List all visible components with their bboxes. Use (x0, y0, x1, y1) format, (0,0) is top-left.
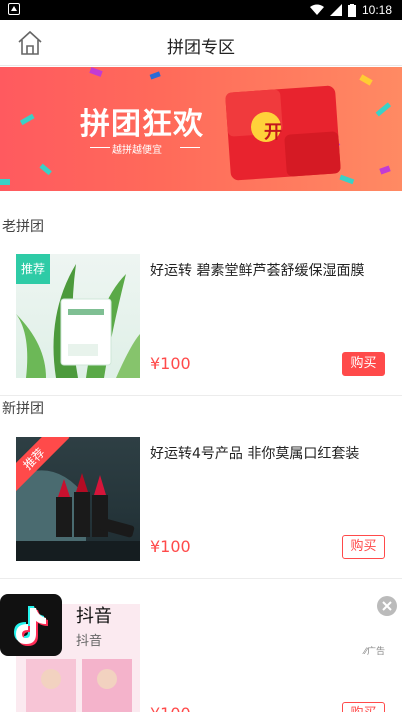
product-name[interactable]: 好运转 碧素堂鲜芦荟舒缓保湿面膜 (150, 260, 390, 280)
buy-button[interactable]: 购买 (342, 352, 385, 376)
product-card[interactable]: 推荐 好运转 碧素堂鲜芦荟舒缓保湿面膜 ¥100 购买 (0, 254, 402, 384)
battery-icon (347, 3, 356, 17)
page-title: 拼团专区 (167, 38, 235, 58)
product-name[interactable]: 好运转4号产品 非你莫属口红套装 (150, 443, 390, 463)
promo-banner[interactable]: 拼团狂欢 越拼越便宜 开 (0, 67, 402, 191)
notification-icon (8, 3, 20, 15)
ad-close-button[interactable] (377, 596, 397, 616)
section-label-new-group: 新拼团 (2, 401, 44, 417)
recommend-badge: 推荐 (16, 254, 50, 284)
banner-badge: 开 (264, 122, 282, 143)
ad-title[interactable]: 抖音 (76, 602, 112, 628)
product-price: ¥100 (150, 354, 191, 373)
close-icon (382, 601, 392, 611)
product-card[interactable]: 推荐 好运转4号产品 非你莫属口红套装 ¥100 购买 (0, 437, 402, 567)
product-image[interactable]: 推荐 (16, 254, 140, 378)
ad-label: ⁄⁄广告 (364, 647, 386, 657)
banner-divider-right (180, 147, 200, 148)
divider (0, 578, 402, 579)
buy-button[interactable]: 购买 (342, 535, 385, 559)
product-image[interactable]: 推荐 (16, 437, 140, 561)
banner-title: 拼团狂欢 (80, 107, 204, 142)
signal-icon (329, 4, 342, 16)
ad-subtitle: 抖音 (76, 634, 103, 649)
banner-subtitle: 越拼越便宜 (112, 145, 162, 156)
app-header: 拼团专区 (0, 20, 402, 66)
ad-banner[interactable]: 抖音 抖音 ⁄⁄广告 (0, 594, 402, 664)
section-label-old-group: 老拼团 (2, 219, 44, 235)
wifi-icon (309, 4, 324, 15)
buy-button[interactable]: 购买 (342, 702, 385, 712)
banner-divider-left (90, 147, 110, 148)
product-price: ¥100 (150, 704, 191, 712)
product-price: ¥100 (150, 537, 191, 556)
tiktok-icon[interactable] (0, 594, 62, 656)
divider (0, 395, 402, 396)
status-bar: 10:18 (0, 0, 402, 20)
status-time: 10:18 (361, 3, 392, 17)
